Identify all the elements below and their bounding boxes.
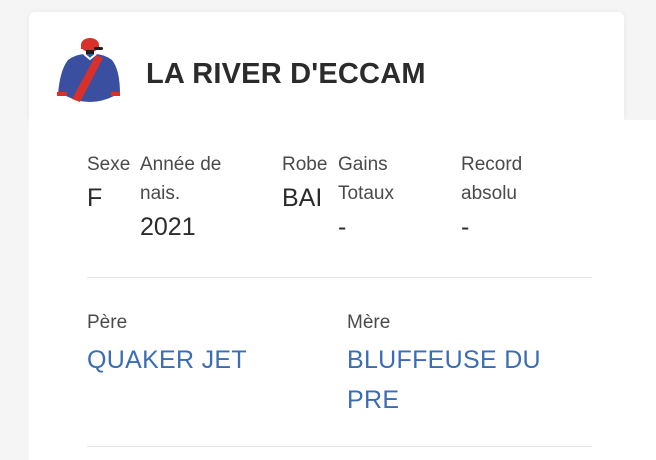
- info-gains: Gains Totaux -: [338, 150, 438, 244]
- mere-link[interactable]: BLUFFEUSE DU PRE: [347, 340, 562, 420]
- robe-value: BAI: [282, 184, 323, 212]
- sexe-label: Sexe: [87, 154, 131, 175]
- jockey-silks-icon: [57, 38, 120, 102]
- info-annee: Année de nais. 2021: [140, 150, 250, 244]
- pere-link[interactable]: QUAKER JET: [87, 340, 317, 380]
- annee-label: Année de nais.: [140, 154, 222, 204]
- mere-label: Mère: [347, 312, 391, 333]
- record-value: -: [461, 213, 470, 241]
- annee-value: 2021: [140, 213, 196, 241]
- gains-label: Gains Totaux: [338, 154, 394, 204]
- record-label: Record absolu: [461, 154, 523, 204]
- pere-label: Père: [87, 312, 128, 333]
- info-record: Record absolu -: [461, 150, 561, 244]
- info-sexe: Sexe F: [87, 150, 137, 215]
- divider: [87, 277, 592, 278]
- horse-name: LA RIVER D'ECCAM: [146, 58, 426, 90]
- gains-value: -: [338, 213, 347, 241]
- info-robe: Robe BAI: [282, 150, 334, 215]
- sexe-value: F: [87, 184, 103, 212]
- divider: [87, 446, 592, 447]
- robe-label: Robe: [282, 154, 328, 175]
